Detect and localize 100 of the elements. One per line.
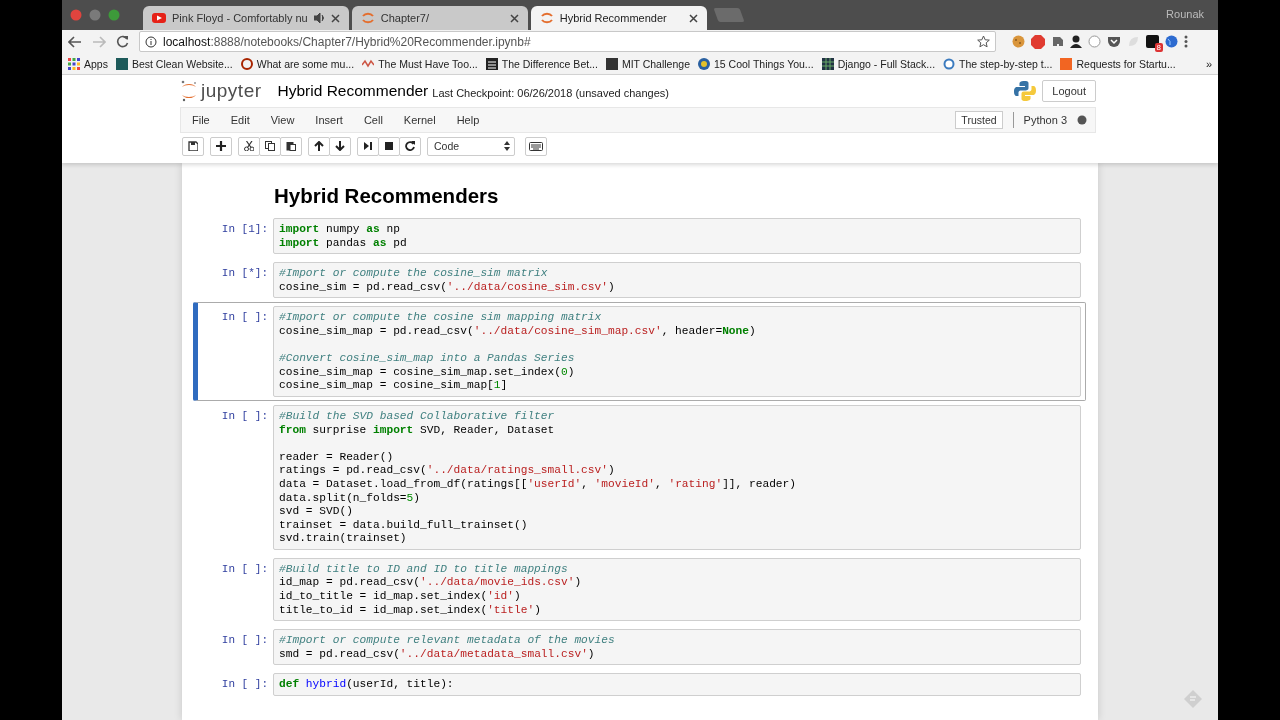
toolbar-button[interactable] bbox=[357, 136, 379, 156]
toolbar-button[interactable] bbox=[259, 136, 281, 156]
code-line: id_map = pd.read_csv('../data/movie_ids.csv') bbox=[279, 576, 583, 591]
code-cell[interactable] bbox=[193, 302, 1086, 401]
menu-item[interactable]: Help bbox=[456, 114, 489, 126]
code-line: id_to_title = id_map.set_index('id') bbox=[279, 590, 522, 604]
code-line: def hybrid(userId, title): bbox=[279, 678, 455, 693]
input-prompt: In [ ]: bbox=[220, 408, 269, 424]
browser-tab[interactable]: Hybrid Recommender bbox=[530, 6, 707, 30]
toolbar-button[interactable] bbox=[329, 136, 351, 156]
code-editor[interactable]: #Build title to ID and ID to title mappings id_map = pd.read_csv('../data/movie_ids.csv') id_to_title = id_map.set_index('id') title_to_id = id_map.set_index('title') bbox=[273, 557, 1081, 622]
input-prompt: In [*]: bbox=[220, 266, 269, 282]
menu-item[interactable]: Kernel bbox=[403, 114, 445, 126]
back-icon[interactable] bbox=[68, 35, 82, 48]
code-cell[interactable]: In [ ]: #Build title to ID and ID to title mappings id_map = pd.read_csv('../data/movie_ids.csv') id_to_title = id_map.set_index('id') title_to_id = id_map.set_index('title') bbox=[193, 553, 1086, 626]
code-line: cosine_sim_map = cosine_sim_map[1] bbox=[279, 379, 509, 393]
pocket-icon[interactable] bbox=[1107, 35, 1121, 48]
save-icon bbox=[188, 141, 198, 151]
square-icon bbox=[1060, 57, 1073, 70]
ring-icon bbox=[539, 11, 554, 25]
star-icon[interactable] bbox=[977, 35, 990, 48]
octagon-icon[interactable] bbox=[1031, 34, 1045, 49]
url-text: localhost:8888/notebooks/Chapter7/Hybrid%20Recommender.ipynb# bbox=[163, 34, 532, 49]
toolbar-button[interactable] bbox=[182, 136, 204, 156]
bookmark-link[interactable]: What are some mu... bbox=[256, 57, 355, 70]
arrow-down-icon bbox=[335, 141, 345, 151]
code-cell[interactable]: In [1]: import numpy as np import pandas as pd bbox=[193, 214, 1086, 259]
trusted-indicator[interactable]: Trusted bbox=[955, 111, 1003, 129]
square-icon[interactable] bbox=[1146, 35, 1159, 48]
close-icon[interactable] bbox=[509, 13, 519, 23]
input-prompt: In [ ]: bbox=[220, 561, 269, 577]
bookmark-link[interactable]: Requests for Startu... bbox=[1076, 57, 1176, 70]
code-editor[interactable]: #Import or compute relevant metadata of the movies smd = pd.read_csv('../data/metadata_small.csv') bbox=[273, 629, 1081, 666]
address-bar[interactable]: localhost:8888/notebooks/Chapter7/Hybrid%20Recommender.ipynb# bbox=[139, 31, 996, 52]
toolbar-button[interactable] bbox=[378, 136, 400, 156]
bookmark-link[interactable]: The Must Have Too... bbox=[378, 57, 478, 70]
code-editor[interactable]: def hybrid(userId, title): bbox=[273, 673, 1081, 697]
code-line: cosine_sim = pd.read_csv('../data/cosine_sim.csv') bbox=[279, 280, 616, 295]
profile-name[interactable]: Rounak bbox=[1166, 8, 1204, 20]
menu-item[interactable]: Edit bbox=[230, 114, 259, 126]
toolbar-button[interactable] bbox=[280, 136, 302, 156]
close-icon[interactable] bbox=[688, 13, 698, 23]
more-bookmarks-button[interactable]: » bbox=[1205, 57, 1212, 70]
cell-type-select[interactable]: Code bbox=[427, 136, 515, 156]
menu-item[interactable]: Insert bbox=[315, 114, 352, 126]
code-line: #Convert cosine_sim_map into a Pandas Series bbox=[279, 352, 576, 366]
updown-caret-icon bbox=[504, 141, 510, 151]
bookmark-link[interactable]: Django - Full Stack... bbox=[837, 57, 936, 70]
notebook-heading: Hybrid Recommenders bbox=[274, 184, 500, 208]
checkpoint-status: Last Checkpoint: 06/26/2018 (unsaved changes) bbox=[432, 86, 669, 99]
notebook-title[interactable]: Hybrid Recommender bbox=[277, 82, 429, 100]
square-icon bbox=[605, 57, 618, 70]
bookmark-link[interactable]: The Difference Bet... bbox=[501, 57, 598, 70]
circle-icon bbox=[240, 57, 253, 70]
reload-icon[interactable] bbox=[116, 35, 129, 48]
bookmark-link[interactable]: 15 Cool Things You... bbox=[714, 57, 814, 70]
code-line: data = Dataset.load_from_df(ratings[['userId', 'movieId', 'rating']], reader) bbox=[279, 477, 797, 492]
toolbar-button[interactable] bbox=[238, 136, 260, 156]
code-cell[interactable]: In [ ]: def hybrid(userId, title): bbox=[193, 669, 1086, 701]
bookmark-link[interactable]: Best Clean Website... bbox=[131, 57, 233, 70]
input-prompt: In [ ]: bbox=[220, 310, 269, 326]
globe-icon[interactable] bbox=[1165, 35, 1178, 48]
code-line: #Build the SVD based Collaborative filter bbox=[279, 409, 556, 424]
toolbar-button[interactable] bbox=[399, 136, 421, 156]
copy-icon bbox=[265, 141, 275, 151]
restart-icon bbox=[405, 141, 415, 151]
code-cell[interactable]: In [*]: #Import or compute the cosine_sim matrix cosine_sim = pd.read_csv('../data/cosine_sim.csv') bbox=[193, 258, 1086, 303]
code-line: cosine_sim_map = pd.read_csv('../data/cosine_sim_map.csv', header=None) bbox=[279, 324, 757, 339]
kernel-name: Python 3 bbox=[1023, 114, 1067, 126]
browser-tab[interactable]: Chapter7/ bbox=[351, 6, 528, 30]
code-line: smd = pd.read_csv('../data/metadata_small.csv') bbox=[279, 647, 596, 662]
close-icon[interactable] bbox=[330, 13, 340, 23]
logout-button[interactable]: Logout bbox=[1042, 80, 1096, 102]
menu-item[interactable]: Cell bbox=[363, 114, 392, 126]
code-cell[interactable]: In [ ]: #Import or compute relevant metadata of the movies smd = pd.read_csv('../data/metadata_small.csv') bbox=[193, 625, 1086, 670]
browser-tab[interactable]: Pink Floyd - Comfortably nu bbox=[143, 6, 349, 30]
person-icon[interactable] bbox=[1070, 35, 1082, 48]
code-editor[interactable]: import numpy as np import pandas as pd bbox=[273, 218, 1081, 255]
stop-icon bbox=[384, 141, 394, 151]
toolbar-button[interactable] bbox=[525, 136, 547, 156]
code-line: #Import or compute relevant metadata of the movies bbox=[279, 634, 616, 648]
circle-icon bbox=[943, 57, 956, 70]
tab-title: Hybrid Recommender bbox=[559, 12, 668, 24]
bookmark-link[interactable]: Apps bbox=[84, 57, 108, 70]
code-line: #Import or compute the cosine sim mapping matrix bbox=[279, 311, 603, 325]
cookie-icon[interactable] bbox=[1012, 35, 1025, 48]
code-line: trainset = data.build_full_trainset() bbox=[279, 518, 529, 533]
toolbar-button[interactable] bbox=[308, 136, 330, 156]
tab-title: Chapter7/ bbox=[380, 12, 431, 24]
bookmark-link[interactable]: The step-by-step t... bbox=[959, 57, 1053, 70]
menu-item[interactable]: File bbox=[192, 114, 219, 126]
code-editor[interactable]: #Import or compute the cosine_sim matrix cosine_sim = pd.read_csv('../data/cosine_sim.csv') bbox=[273, 262, 1081, 299]
code-editor[interactable] bbox=[273, 306, 1081, 397]
code-line: #Import or compute the cosine_sim matrix bbox=[279, 267, 549, 281]
menu-item[interactable]: View bbox=[270, 114, 304, 126]
info-icon bbox=[145, 35, 157, 48]
toolbar-button[interactable] bbox=[210, 136, 232, 156]
bookmark-link[interactable]: MIT Challenge bbox=[621, 57, 690, 70]
circle-icon bbox=[698, 57, 710, 70]
more-icon[interactable] bbox=[1184, 35, 1188, 48]
